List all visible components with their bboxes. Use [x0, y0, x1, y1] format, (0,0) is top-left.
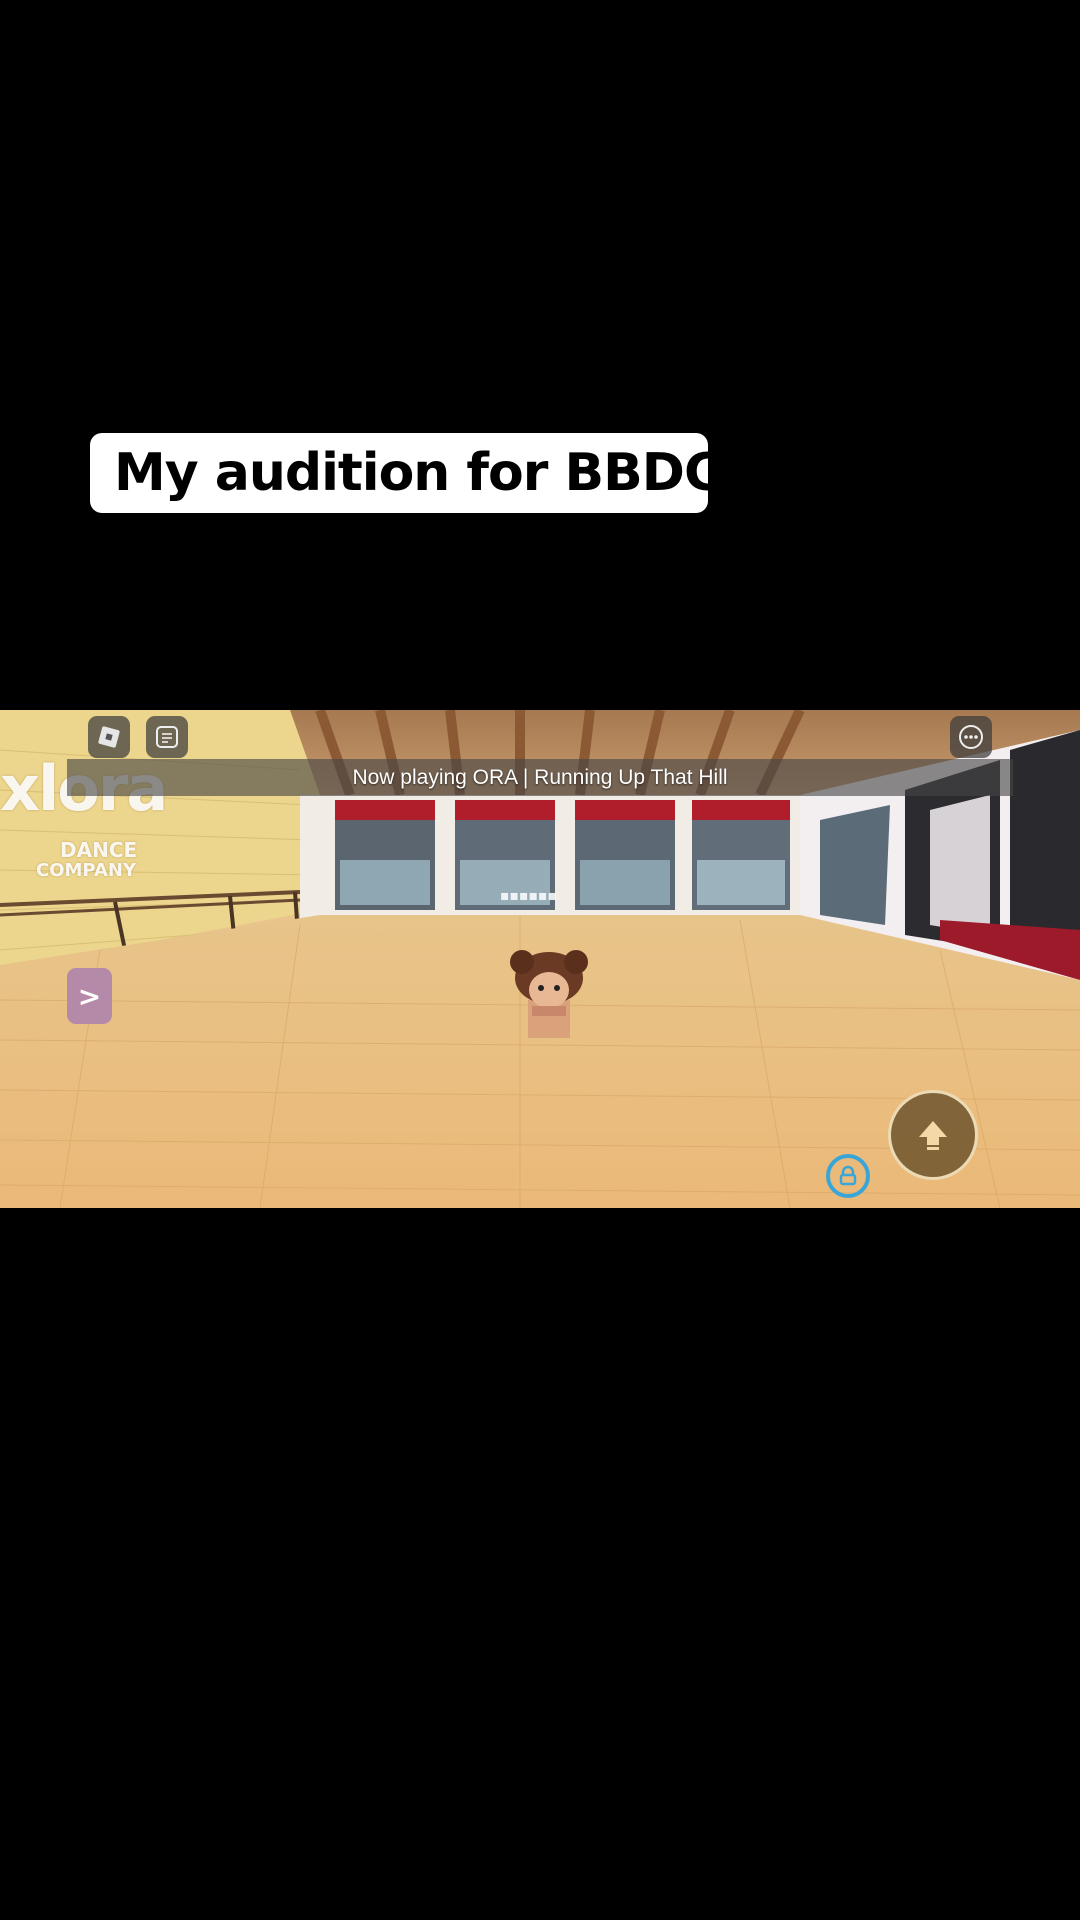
lock-icon: [839, 1165, 857, 1186]
chat-icon: [156, 726, 178, 748]
now-playing-text: Now playing ORA | Running Up That Hill: [352, 765, 728, 789]
up-arrow-icon: [919, 1121, 947, 1150]
jump-button[interactable]: [888, 1090, 978, 1180]
game-viewport[interactable]: xlora DANCE COMPANY ▪▪▪▪▪▪ Now playing O…: [0, 710, 1080, 1208]
chat-button[interactable]: [146, 716, 188, 758]
wall-logo-dance: DANCE: [60, 838, 138, 862]
video-caption: My audition for BBDC!: [90, 433, 745, 513]
shift-lock-button[interactable]: [826, 1154, 870, 1198]
more-options-icon: [959, 725, 983, 749]
roblox-menu-button[interactable]: [88, 716, 130, 758]
more-options-button[interactable]: [950, 716, 992, 758]
caption-text: My audition for BBDC!: [114, 443, 745, 503]
side-panel-toggle-button[interactable]: >: [67, 968, 112, 1024]
wall-logo-company: COMPANY: [36, 860, 136, 881]
now-playing-banner: Now playing ORA | Running Up That Hill: [67, 759, 1013, 796]
player-name-tag: ▪▪▪▪▪▪: [500, 888, 557, 904]
roblox-logo-icon: [98, 726, 120, 748]
